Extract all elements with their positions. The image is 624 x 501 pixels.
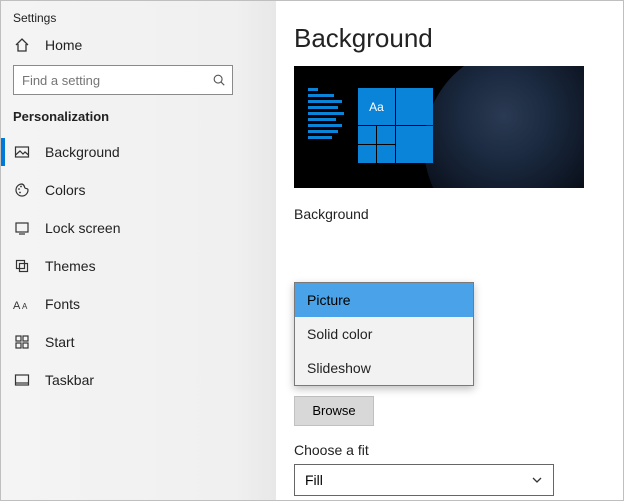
background-option-solid-color[interactable]: Solid color (295, 317, 473, 351)
home-icon (13, 37, 31, 53)
search-input[interactable] (13, 65, 233, 95)
fit-dropdown[interactable]: Fill (294, 464, 554, 496)
fit-dropdown-value: Fill (305, 472, 323, 488)
window-title: Settings (1, 1, 276, 29)
lockscreen-icon (13, 220, 31, 236)
search-field[interactable] (14, 73, 206, 88)
palette-icon (13, 182, 31, 198)
preview-start-overlay: Aa (308, 88, 348, 142)
home-label: Home (45, 37, 82, 53)
themes-icon (13, 258, 31, 274)
svg-text:A: A (13, 300, 21, 312)
svg-text:A: A (22, 302, 28, 311)
browse-button[interactable]: Browse (294, 396, 374, 426)
settings-window: Settings Home Personalization Background (0, 0, 624, 501)
desktop-preview: Aa (294, 66, 584, 188)
sidebar-item-taskbar[interactable]: Taskbar (1, 362, 276, 398)
preview-wallpaper (424, 66, 584, 188)
main-content: Background Aa Background Picture Solid c… (276, 1, 623, 500)
taskbar-icon (13, 372, 31, 388)
sidebar-item-label: Fonts (45, 296, 80, 312)
home-button[interactable]: Home (1, 29, 276, 61)
page-title: Background (294, 23, 605, 54)
sidebar-item-label: Themes (45, 258, 96, 274)
sidebar: Settings Home Personalization Background (1, 1, 276, 500)
section-header: Personalization (1, 103, 276, 134)
picture-icon (13, 144, 31, 160)
sidebar-item-lockscreen[interactable]: Lock screen (1, 210, 276, 246)
background-dropdown-label: Background (294, 206, 605, 222)
sidebar-item-themes[interactable]: Themes (1, 248, 276, 284)
background-dropdown[interactable]: Picture Solid color Slideshow (294, 282, 474, 386)
start-icon (13, 334, 31, 350)
preview-sample-tile: Aa (358, 88, 395, 125)
chevron-down-icon (531, 474, 543, 486)
sidebar-item-background[interactable]: Background (1, 134, 276, 170)
sidebar-item-label: Start (45, 334, 75, 350)
background-option-picture[interactable]: Picture (295, 283, 473, 317)
fonts-icon: AA (13, 296, 31, 312)
sidebar-item-label: Taskbar (45, 372, 94, 388)
sidebar-item-label: Background (45, 144, 120, 160)
sidebar-item-label: Lock screen (45, 220, 120, 236)
search-icon (206, 73, 232, 87)
sidebar-item-start[interactable]: Start (1, 324, 276, 360)
choose-fit-label: Choose a fit (294, 442, 605, 458)
background-option-slideshow[interactable]: Slideshow (295, 351, 473, 385)
sidebar-item-fonts[interactable]: AA Fonts (1, 286, 276, 322)
sidebar-item-colors[interactable]: Colors (1, 172, 276, 208)
sidebar-item-label: Colors (45, 182, 85, 198)
